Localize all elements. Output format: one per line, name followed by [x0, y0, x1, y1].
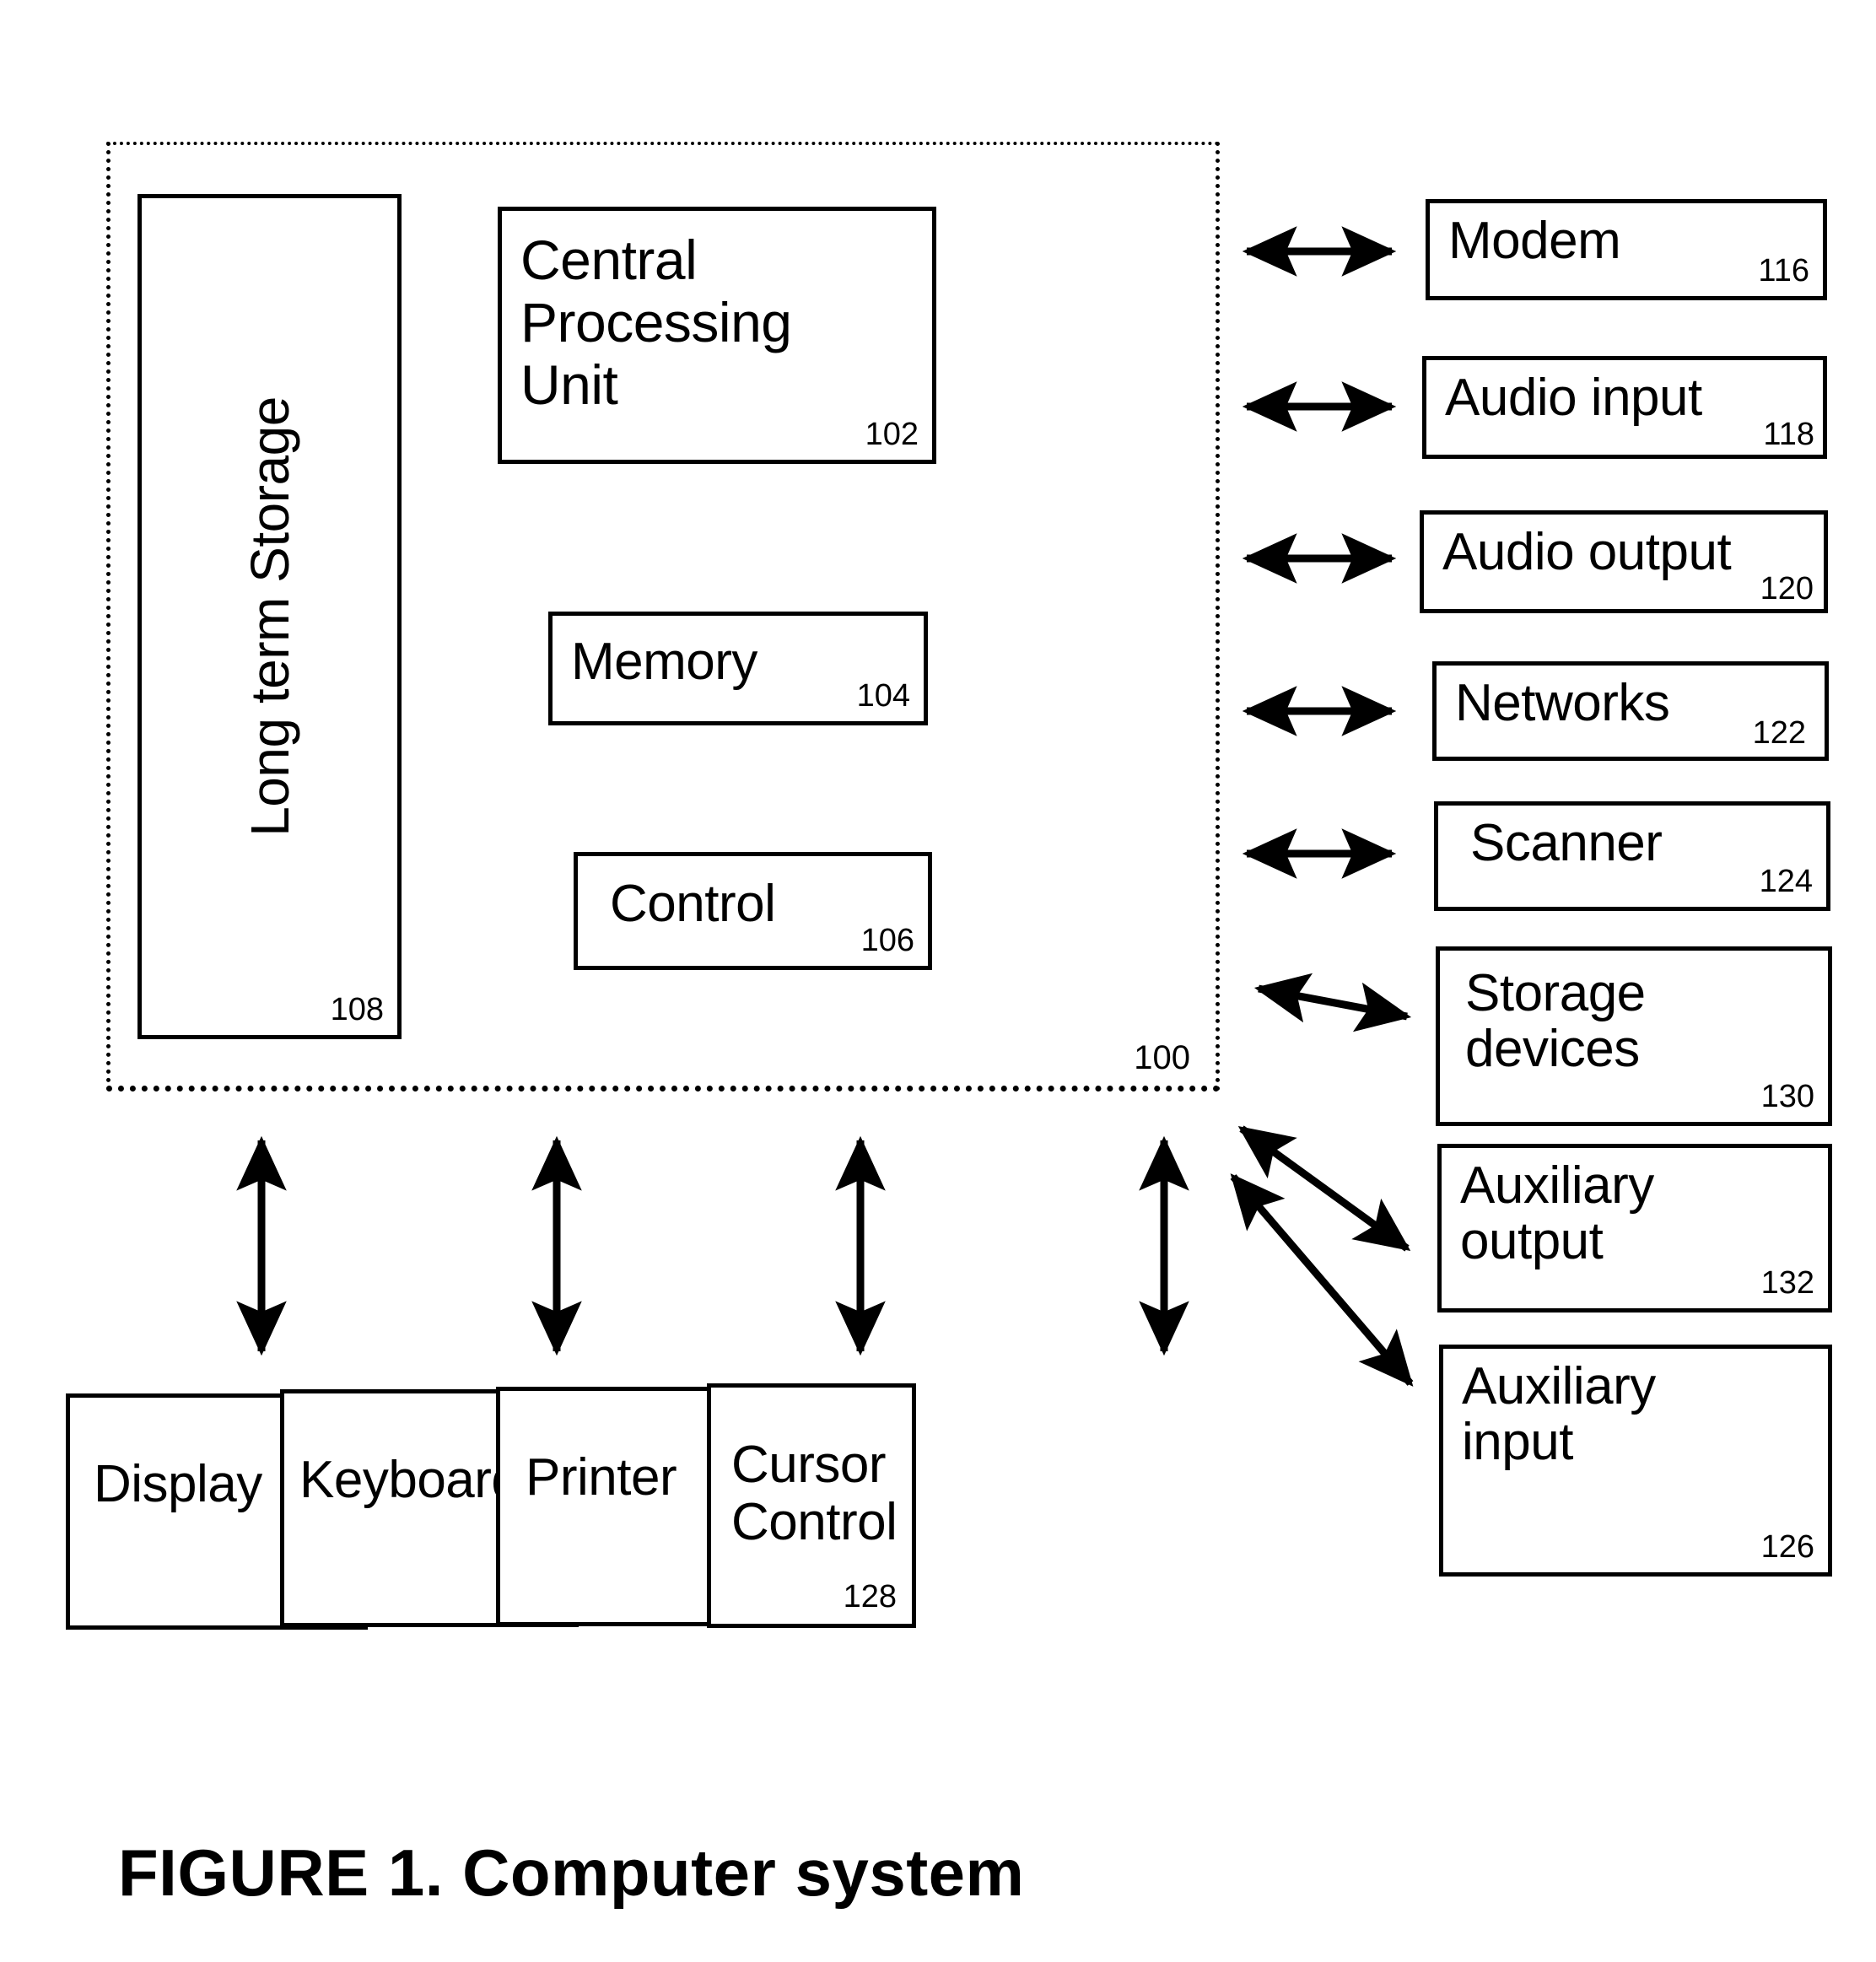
- connector-arrows: [236, 226, 1414, 1387]
- arrow-to-storage-devices: [1253, 973, 1412, 1032]
- arrow-to-auxiliary-output: [1237, 1125, 1411, 1252]
- patent-figure: 100 Long term Storage 108 Central Proces…: [0, 0, 1876, 1962]
- figure-caption: FIGURE 1. Computer system: [118, 1835, 1025, 1910]
- arrow-to-auxiliary-input: [1230, 1173, 1414, 1387]
